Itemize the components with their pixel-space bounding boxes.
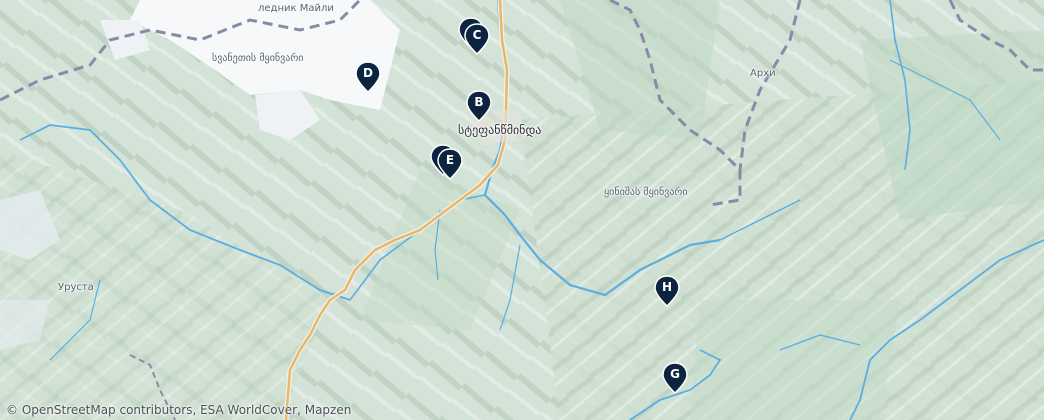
attribution-separator: ,	[297, 403, 305, 417]
map-marker-d[interactable]: D	[355, 61, 381, 93]
marker-letter: G	[670, 367, 680, 381]
map-canvas[interactable]: ледник Майли სვანეთის მყინვარი სტეფანწმი…	[0, 0, 1044, 420]
marker-letter: H	[661, 280, 673, 294]
map-marker-e[interactable]: E	[437, 148, 463, 180]
place-label-ukhus-range: ყინიშას მყინვარი	[604, 187, 688, 198]
marker-letter: B	[474, 95, 484, 109]
map-marker-c[interactable]: C	[464, 23, 490, 55]
place-label-urusta: Уруста	[58, 282, 94, 293]
map-marker-g[interactable]: G	[662, 362, 688, 394]
attribution-link-esa[interactable]: ESA WorldCover	[200, 403, 297, 417]
marker-letter: C	[472, 28, 482, 42]
attribution-link-osm[interactable]: OpenStreetMap contributors	[22, 403, 193, 417]
map-marker-b[interactable]: B	[466, 90, 492, 122]
place-label-glacier-mayli: ледник Майли	[258, 3, 334, 14]
attribution-link-mapzen[interactable]: Mapzen	[305, 403, 352, 417]
place-label-arkhi: Архи	[750, 68, 776, 79]
place-label-svanetis-range: სვანეთის მყინვარი	[212, 53, 304, 64]
map-marker-h[interactable]: H	[654, 275, 680, 307]
terrain-layer	[0, 0, 1044, 420]
marker-letter: E	[445, 153, 455, 167]
place-label-stepantsminda: სტეფანწმინდა	[458, 123, 542, 137]
attribution-separator: ,	[192, 403, 201, 417]
copyright-symbol: ©	[6, 403, 18, 417]
marker-letter: D	[363, 66, 373, 80]
map-attribution: © OpenStreetMap contributors, ESA WorldC…	[6, 403, 351, 417]
